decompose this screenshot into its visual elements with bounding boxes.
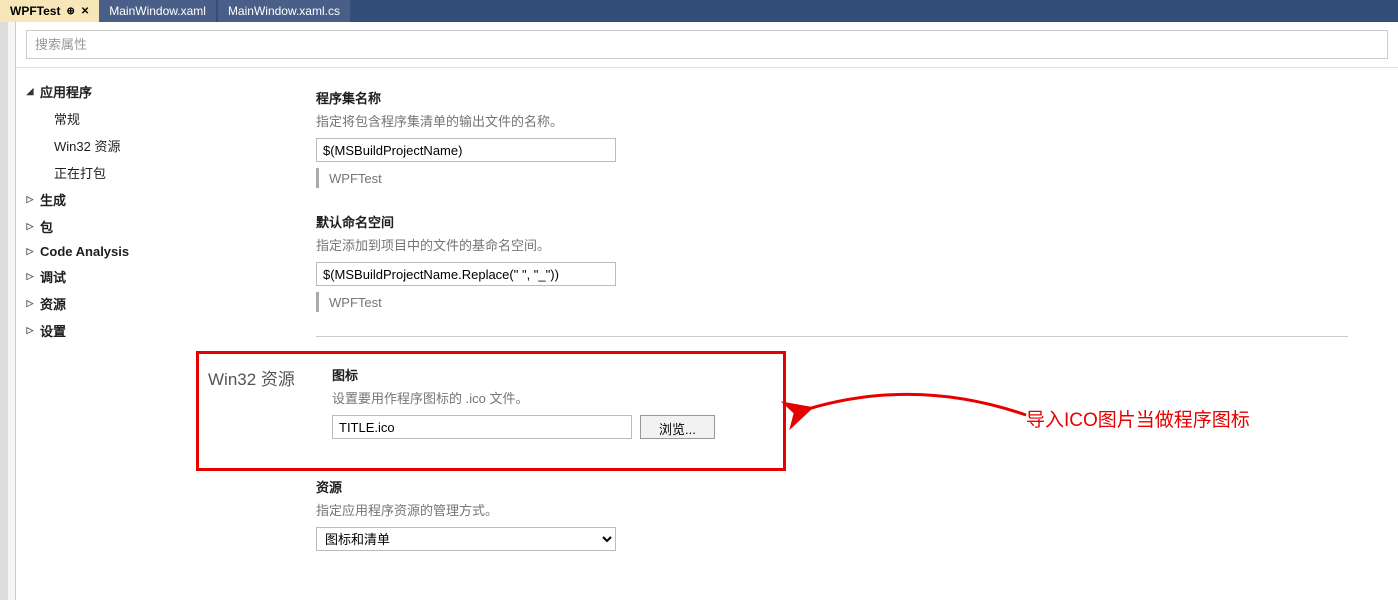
search-input[interactable]	[26, 30, 1388, 59]
left-dock-strip	[0, 22, 8, 600]
tab-label: MainWindow.xaml	[109, 4, 206, 18]
chevron-right-icon	[24, 221, 36, 232]
assembly-name-desc: 指定将包含程序集清单的输出文件的名称。	[316, 111, 1348, 130]
chevron-right-icon	[24, 271, 36, 282]
sidebar-item-application[interactable]: 应用程序	[24, 78, 196, 105]
indicator-bar	[316, 168, 319, 188]
pin-icon[interactable]: ⊕	[66, 6, 74, 17]
namespace-input[interactable]	[316, 262, 616, 286]
indicator-bar	[316, 292, 319, 312]
divider	[316, 336, 1348, 337]
win32-section-title: Win32 资源	[208, 365, 308, 390]
sidebar-item-code-analysis[interactable]: Code Analysis	[24, 240, 196, 263]
tab-label: WPFTest	[10, 4, 60, 18]
chevron-right-icon	[24, 194, 36, 205]
sidebar-item-resources[interactable]: 资源	[24, 290, 196, 317]
search-wrap	[16, 22, 1398, 68]
tab-bar: WPFTest ⊕ ✕ MainWindow.xaml MainWindow.x…	[0, 0, 1398, 22]
resolved-value: WPFTest	[329, 295, 382, 310]
sidebar-item-debug[interactable]: 调试	[24, 263, 196, 290]
sidebar-item-packaging[interactable]: 正在打包	[24, 159, 196, 186]
chevron-right-icon	[24, 246, 36, 257]
left-dock-strip-2	[8, 22, 16, 600]
namespace-desc: 指定添加到项目中的文件的基命名空间。	[316, 235, 1348, 254]
assembly-name-label: 程序集名称	[316, 88, 1348, 107]
field-assembly-name: 程序集名称 指定将包含程序集清单的输出文件的名称。 WPFTest	[316, 88, 1348, 188]
chevron-right-icon	[24, 325, 36, 336]
chevron-right-icon	[24, 298, 36, 309]
resources-desc: 指定应用程序资源的管理方式。	[316, 500, 1348, 519]
tab-label: MainWindow.xaml.cs	[228, 4, 340, 18]
sidebar-item-build[interactable]: 生成	[24, 186, 196, 213]
resolved-value: WPFTest	[329, 171, 382, 186]
sidebar-label: 常规	[54, 109, 80, 128]
close-icon[interactable]: ✕	[81, 6, 89, 17]
resources-label: 资源	[316, 477, 1348, 496]
icon-desc: 设置要用作程序图标的 .ico 文件。	[332, 388, 1336, 407]
resources-select[interactable]: 图标和清单	[316, 527, 616, 551]
browse-button[interactable]: 浏览...	[640, 415, 715, 439]
assembly-name-resolved: WPFTest	[316, 168, 1348, 188]
tab-mainwindow-xaml-cs[interactable]: MainWindow.xaml.cs	[218, 0, 350, 22]
sidebar-label: 正在打包	[54, 163, 106, 182]
sidebar-label: 包	[40, 217, 53, 236]
tab-mainwindow-xaml[interactable]: MainWindow.xaml	[99, 0, 216, 22]
sidebar-label: 设置	[40, 321, 66, 340]
sidebar-item-win32-resources[interactable]: Win32 资源	[24, 132, 196, 159]
win32-section-row: Win32 资源 图标 设置要用作程序图标的 .ico 文件。 浏览...	[196, 357, 1348, 447]
sidebar-item-package[interactable]: 包	[24, 213, 196, 240]
chevron-down-icon	[24, 86, 36, 97]
sidebar-item-settings[interactable]: 设置	[24, 317, 196, 344]
icon-field-group: 图标 设置要用作程序图标的 .ico 文件。 浏览...	[332, 365, 1336, 439]
icon-label: 图标	[332, 365, 1336, 384]
sidebar: 应用程序 常规 Win32 资源 正在打包 生成 包 Code Analysis	[16, 68, 196, 575]
namespace-resolved: WPFTest	[316, 292, 1348, 312]
icon-path-input[interactable]	[332, 415, 632, 439]
icon-input-row: 浏览...	[332, 415, 1336, 439]
body-wrap: 应用程序 常规 Win32 资源 正在打包 生成 包 Code Analysis	[16, 68, 1398, 575]
namespace-label: 默认命名空间	[316, 212, 1348, 231]
field-resources: 资源 指定应用程序资源的管理方式。 图标和清单	[316, 477, 1348, 551]
content: 程序集名称 指定将包含程序集清单的输出文件的名称。 WPFTest 默认命名空间…	[196, 68, 1398, 575]
assembly-name-input[interactable]	[316, 138, 616, 162]
sidebar-label: 资源	[40, 294, 66, 313]
main-panel: 应用程序 常规 Win32 资源 正在打包 生成 包 Code Analysis	[16, 22, 1398, 600]
tab-wpftest[interactable]: WPFTest ⊕ ✕	[0, 0, 99, 22]
sidebar-label: Code Analysis	[40, 244, 129, 259]
sidebar-label: Win32 资源	[54, 136, 120, 155]
field-default-namespace: 默认命名空间 指定添加到项目中的文件的基命名空间。 WPFTest	[316, 212, 1348, 312]
sidebar-label: 应用程序	[40, 82, 92, 101]
win32-section-wrap: Win32 资源 图标 设置要用作程序图标的 .ico 文件。 浏览...	[196, 357, 1348, 447]
sidebar-item-general[interactable]: 常规	[24, 105, 196, 132]
sidebar-label: 调试	[40, 267, 66, 286]
sidebar-label: 生成	[40, 190, 66, 209]
